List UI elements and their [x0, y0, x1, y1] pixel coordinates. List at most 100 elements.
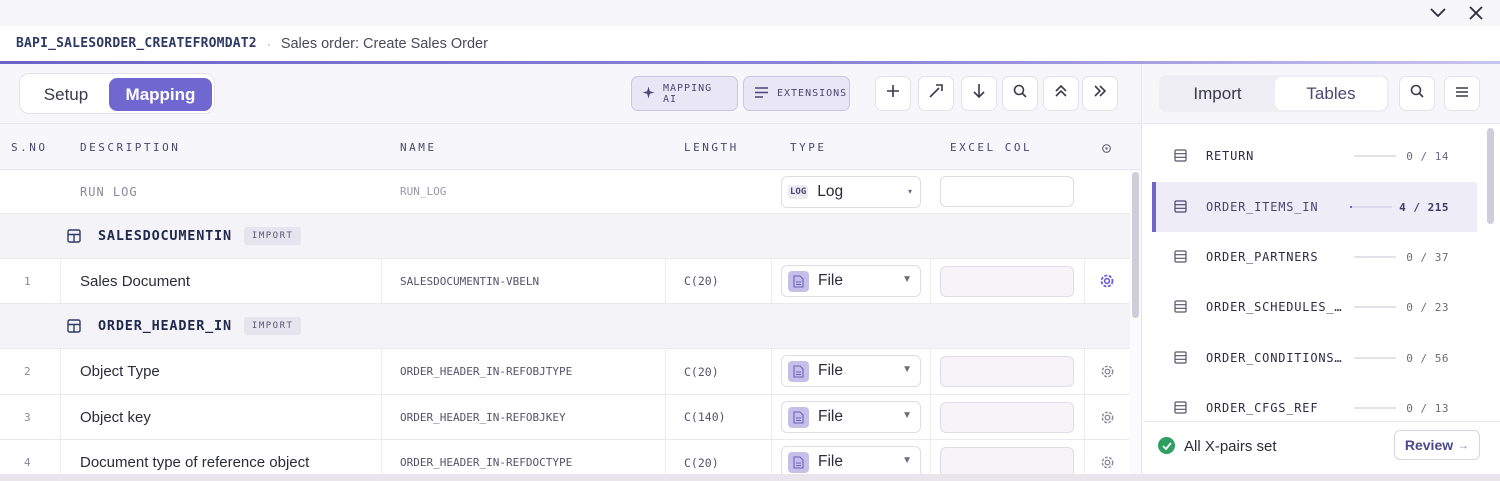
type-select[interactable]: File ▼ — [781, 446, 921, 474]
menu-button[interactable] — [1444, 76, 1480, 111]
table-icon — [1174, 351, 1187, 369]
file-icon — [788, 451, 809, 473]
excel-col-input[interactable] — [940, 356, 1074, 387]
table-list-item[interactable]: RETURN 0 / 14 — [1152, 131, 1477, 181]
plus-icon — [886, 84, 900, 103]
caret-icon: ▼ — [902, 455, 912, 466]
type-select[interactable]: File ▼ — [781, 401, 921, 433]
table-list-item[interactable]: ORDER_SCHEDULES_… 0 / 23 — [1152, 282, 1477, 332]
type-select-value: File — [818, 408, 843, 425]
bottom-strip — [0, 474, 1500, 481]
tab-mapping[interactable]: Mapping — [109, 78, 212, 111]
row-name: ORDER_HEADER_IN-REFOBJKEY — [400, 410, 566, 424]
gear-icon[interactable] — [1098, 272, 1116, 295]
row-number: 2 — [24, 365, 31, 378]
check-circle-icon — [1158, 437, 1175, 454]
extensions-label: EXTENSIONS — [777, 88, 848, 99]
row-length: C(20) — [684, 455, 719, 470]
col-sno: S.NO — [11, 141, 48, 154]
type-select[interactable]: LOG Log ▾ — [781, 176, 921, 208]
table-header: S.NO DESCRIPTION NAME LENGTH TYPE EXCEL … — [0, 124, 1141, 170]
table-icon — [67, 229, 81, 248]
add-button[interactable] — [875, 76, 911, 111]
double-chevron-right-icon — [1093, 84, 1107, 103]
excel-col-input[interactable] — [940, 176, 1074, 207]
table-list-item[interactable]: ORDER_PARTNERS 0 / 37 — [1152, 232, 1477, 282]
type-select-value: File — [818, 453, 843, 470]
excel-col-input[interactable] — [940, 266, 1074, 297]
source-switch: Import Tables — [1159, 75, 1389, 112]
excel-col-input[interactable] — [940, 402, 1074, 433]
col-length: LENGTH — [684, 141, 739, 154]
scrollbar-thumb[interactable] — [1132, 172, 1139, 318]
table-icon — [1174, 149, 1187, 167]
row-description: Object key — [80, 408, 151, 426]
magic-wand-icon — [928, 83, 944, 104]
tab-tables[interactable]: Tables — [1275, 77, 1387, 110]
review-label: Review — [1404, 437, 1454, 453]
chevron-down-icon[interactable] — [1428, 3, 1448, 23]
progress-bar — [1354, 407, 1396, 409]
table-row: 4 Document type of reference object ORDE… — [0, 440, 1130, 474]
gear-icon[interactable] — [1099, 454, 1116, 474]
group-row[interactable]: ORDER_HEADER_IN IMPORT — [0, 304, 1130, 349]
bapi-code: BAPI_SALESORDER_CREATEFROMDAT2 — [16, 36, 257, 51]
status-footer: All X-pairs set Review → — [1143, 421, 1500, 474]
expand-panel-button[interactable] — [1082, 76, 1118, 111]
file-icon — [788, 270, 809, 292]
row-description: Object Type — [80, 363, 160, 380]
page-subtitle: Sales order: Create Sales Order — [280, 35, 488, 52]
auto-map-button[interactable] — [918, 76, 954, 111]
scrollbar-thumb[interactable] — [1487, 128, 1494, 224]
arrow-right-icon: → — [1457, 438, 1470, 452]
table-count: 0 / 13 — [1406, 401, 1449, 415]
gear-icon[interactable] — [1099, 363, 1116, 385]
tables-scrollbar[interactable] — [1486, 126, 1495, 418]
progress-bar — [1354, 155, 1396, 157]
row-length: C(140) — [684, 410, 726, 424]
table-icon — [1174, 300, 1187, 318]
type-select[interactable]: File ▼ — [781, 265, 921, 297]
table-list-item[interactable]: ORDER_ITEMS_IN 4 / 215 — [1152, 182, 1477, 232]
file-icon — [788, 360, 809, 382]
table-row: 1 Sales Document SALESDOCUMENTIN-VBELN C… — [0, 259, 1130, 304]
type-select-value: Log — [817, 183, 844, 200]
tab-setup[interactable]: Setup — [24, 78, 108, 111]
extensions-button[interactable]: EXTENSIONS — [743, 76, 850, 111]
excel-col-input[interactable] — [940, 447, 1074, 474]
import-badge: IMPORT — [243, 317, 302, 335]
col-excel-col: EXCEL COL — [950, 141, 1033, 154]
group-row[interactable]: SALESDOCUMENTIN IMPORT — [0, 214, 1130, 259]
tables-search-button[interactable] — [1399, 76, 1435, 111]
review-button[interactable]: Review → — [1394, 430, 1480, 460]
sparkle-icon — [642, 86, 655, 102]
col-name: NAME — [400, 141, 437, 154]
progress-bar — [1350, 206, 1392, 208]
progress-bar — [1354, 306, 1396, 308]
type-select-value: File — [818, 362, 843, 379]
table-count: 0 / 37 — [1406, 250, 1449, 264]
caret-icon: ▼ — [902, 274, 912, 285]
table-list-item[interactable]: ORDER_CONDITIONS… 0 / 56 — [1152, 333, 1477, 383]
type-select[interactable]: File ▼ — [781, 355, 921, 387]
row-number: 4 — [24, 456, 31, 469]
run-log-name: RUN_LOG — [400, 185, 447, 198]
row-description: Document type of reference object — [80, 454, 310, 471]
search-button[interactable] — [1002, 76, 1038, 111]
table-name: ORDER_SCHEDULES_… — [1206, 300, 1343, 314]
gear-icon[interactable] — [1099, 409, 1116, 431]
type-select-value: File — [818, 272, 843, 289]
row-description: Sales Document — [80, 272, 191, 290]
row-name: SALESDOCUMENTIN-VBELN — [400, 274, 540, 288]
move-down-button[interactable] — [961, 76, 997, 111]
tab-import[interactable]: Import — [1161, 77, 1274, 110]
close-icon[interactable] — [1466, 3, 1486, 23]
mapping-ai-button[interactable]: MAPPING AI — [631, 76, 738, 111]
table-icon — [1174, 200, 1187, 218]
caret-icon: ▾ — [907, 187, 912, 196]
table-scrollbar[interactable] — [1130, 170, 1141, 474]
table-icon — [67, 319, 81, 338]
collapse-all-button[interactable] — [1043, 76, 1079, 111]
caret-icon: ▼ — [902, 364, 912, 375]
row-name: ORDER_HEADER_IN-REFDOCTYPE — [400, 456, 573, 469]
